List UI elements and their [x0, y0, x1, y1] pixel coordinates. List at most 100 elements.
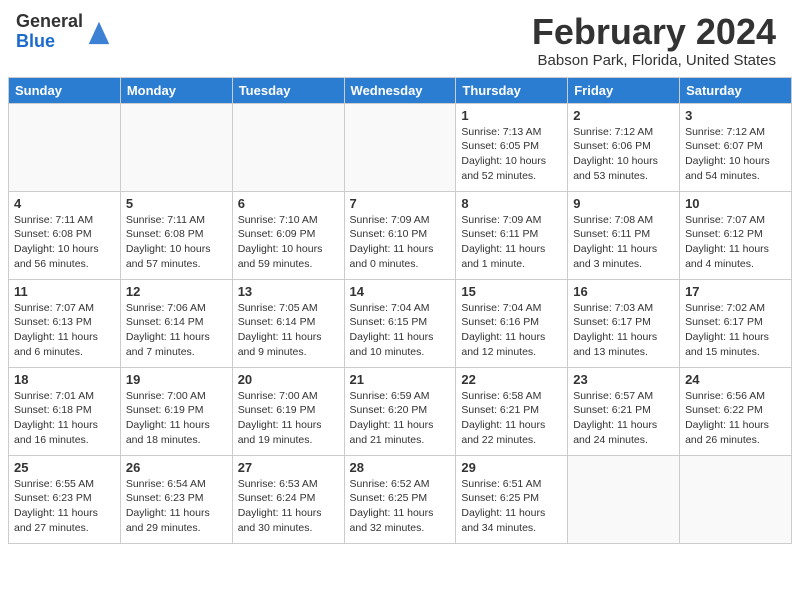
day-number: 11	[14, 284, 115, 299]
header: General Blue February 2024 Babson Park, …	[0, 0, 792, 77]
day-number: 17	[685, 284, 786, 299]
day-detail: Sunrise: 7:07 AM Sunset: 6:13 PM Dayligh…	[14, 301, 115, 360]
day-number: 12	[126, 284, 227, 299]
day-detail: Sunrise: 7:11 AM Sunset: 6:08 PM Dayligh…	[14, 213, 115, 272]
day-detail: Sunrise: 7:06 AM Sunset: 6:14 PM Dayligh…	[126, 301, 227, 360]
calendar-day-cell: 28 Sunrise: 6:52 AM Sunset: 6:25 PM Dayli…	[344, 455, 456, 543]
calendar: SundayMondayTuesdayWednesdayThursdayFrid…	[8, 77, 792, 544]
day-number: 8	[461, 196, 562, 211]
calendar-header-row: SundayMondayTuesdayWednesdayThursdayFrid…	[9, 77, 792, 103]
day-detail: Sunrise: 7:01 AM Sunset: 6:18 PM Dayligh…	[14, 389, 115, 448]
day-detail: Sunrise: 7:04 AM Sunset: 6:15 PM Dayligh…	[350, 301, 451, 360]
day-number: 28	[350, 460, 451, 475]
day-detail: Sunrise: 7:05 AM Sunset: 6:14 PM Dayligh…	[238, 301, 339, 360]
calendar-day-cell	[9, 103, 121, 191]
calendar-day-cell	[120, 103, 232, 191]
logo-blue: Blue	[16, 32, 83, 52]
month-title: February 2024	[532, 12, 776, 52]
logo-icon	[85, 18, 113, 46]
day-number: 20	[238, 372, 339, 387]
day-number: 22	[461, 372, 562, 387]
calendar-day-cell: 16 Sunrise: 7:03 AM Sunset: 6:17 PM Dayli…	[568, 279, 680, 367]
day-detail: Sunrise: 7:10 AM Sunset: 6:09 PM Dayligh…	[238, 213, 339, 272]
calendar-day-cell: 29 Sunrise: 6:51 AM Sunset: 6:25 PM Dayli…	[456, 455, 568, 543]
calendar-day-cell: 1 Sunrise: 7:13 AM Sunset: 6:05 PM Daylig…	[456, 103, 568, 191]
day-number: 25	[14, 460, 115, 475]
calendar-day-cell	[344, 103, 456, 191]
calendar-week-row: 25Sunrise: 6:55 AM Sunset: 6:23 PM Dayli…	[9, 455, 792, 543]
day-detail: Sunrise: 6:51 AM Sunset: 6:25 PM Dayligh…	[461, 477, 562, 536]
day-number: 6	[238, 196, 339, 211]
day-number: 19	[126, 372, 227, 387]
day-detail: Sunrise: 7:12 AM Sunset: 6:06 PM Dayligh…	[573, 125, 674, 184]
calendar-day-cell: 24 Sunrise: 6:56 AM Sunset: 6:22 PM Dayli…	[680, 367, 792, 455]
calendar-day-cell: 11 Sunrise: 7:07 AM Sunset: 6:13 PM Dayli…	[9, 279, 121, 367]
calendar-week-row: 18 Sunrise: 7:01 AM Sunset: 6:18 PM Dayli…	[9, 367, 792, 455]
day-detail: Sunrise: 7:13 AM Sunset: 6:05 PM Dayligh…	[461, 125, 562, 184]
day-number: 1	[461, 108, 562, 123]
calendar-day-cell: 2Sunrise: 7:12 AM Sunset: 6:06 PM Daylig…	[568, 103, 680, 191]
calendar-day-header: Saturday	[680, 77, 792, 103]
day-number: 24	[685, 372, 786, 387]
day-number: 21	[350, 372, 451, 387]
calendar-day-cell: 15 Sunrise: 7:04 AM Sunset: 6:16 PM Dayli…	[456, 279, 568, 367]
day-number: 9	[573, 196, 674, 211]
day-number: 15	[461, 284, 562, 299]
day-number: 16	[573, 284, 674, 299]
day-detail: Sunrise: 6:53 AM Sunset: 6:24 PM Dayligh…	[238, 477, 339, 536]
calendar-day-cell	[568, 455, 680, 543]
day-detail: Sunrise: 7:09 AM Sunset: 6:10 PM Dayligh…	[350, 213, 451, 272]
logo-general: General	[16, 12, 83, 32]
calendar-day-header: Monday	[120, 77, 232, 103]
title-section: February 2024 Babson Park, Florida, Unit…	[532, 12, 776, 69]
calendar-day-cell: 9Sunrise: 7:08 AM Sunset: 6:11 PM Daylig…	[568, 191, 680, 279]
day-number: 5	[126, 196, 227, 211]
day-detail: Sunrise: 7:04 AM Sunset: 6:16 PM Dayligh…	[461, 301, 562, 360]
calendar-day-header: Sunday	[9, 77, 121, 103]
calendar-day-cell: 18 Sunrise: 7:01 AM Sunset: 6:18 PM Dayli…	[9, 367, 121, 455]
day-number: 18	[14, 372, 115, 387]
calendar-day-cell: 14 Sunrise: 7:04 AM Sunset: 6:15 PM Dayli…	[344, 279, 456, 367]
calendar-day-cell: 26 Sunrise: 6:54 AM Sunset: 6:23 PM Dayli…	[120, 455, 232, 543]
day-detail: Sunrise: 6:57 AM Sunset: 6:21 PM Dayligh…	[573, 389, 674, 448]
day-detail: Sunrise: 7:00 AM Sunset: 6:19 PM Dayligh…	[126, 389, 227, 448]
calendar-day-cell: 13 Sunrise: 7:05 AM Sunset: 6:14 PM Dayli…	[232, 279, 344, 367]
day-detail: Sunrise: 6:54 AM Sunset: 6:23 PM Dayligh…	[126, 477, 227, 536]
day-detail: Sunrise: 6:56 AM Sunset: 6:22 PM Dayligh…	[685, 389, 786, 448]
day-number: 7	[350, 196, 451, 211]
day-number: 29	[461, 460, 562, 475]
day-number: 3	[685, 108, 786, 123]
day-detail: Sunrise: 7:02 AM Sunset: 6:17 PM Dayligh…	[685, 301, 786, 360]
calendar-day-cell: 8Sunrise: 7:09 AM Sunset: 6:11 PM Daylig…	[456, 191, 568, 279]
day-number: 27	[238, 460, 339, 475]
calendar-day-cell: 20 Sunrise: 7:00 AM Sunset: 6:19 PM Dayli…	[232, 367, 344, 455]
calendar-day-cell: 4 Sunrise: 7:11 AM Sunset: 6:08 PM Daylig…	[9, 191, 121, 279]
day-number: 4	[14, 196, 115, 211]
day-detail: Sunrise: 7:00 AM Sunset: 6:19 PM Dayligh…	[238, 389, 339, 448]
day-number: 10	[685, 196, 786, 211]
day-number: 26	[126, 460, 227, 475]
logo: General Blue	[16, 12, 113, 52]
calendar-day-header: Friday	[568, 77, 680, 103]
calendar-day-cell: 3Sunrise: 7:12 AM Sunset: 6:07 PM Daylig…	[680, 103, 792, 191]
calendar-day-cell: 17 Sunrise: 7:02 AM Sunset: 6:17 PM Dayli…	[680, 279, 792, 367]
calendar-day-cell	[680, 455, 792, 543]
calendar-day-cell: 25Sunrise: 6:55 AM Sunset: 6:23 PM Dayli…	[9, 455, 121, 543]
day-detail: Sunrise: 7:07 AM Sunset: 6:12 PM Dayligh…	[685, 213, 786, 272]
calendar-week-row: 1 Sunrise: 7:13 AM Sunset: 6:05 PM Daylig…	[9, 103, 792, 191]
day-detail: Sunrise: 7:03 AM Sunset: 6:17 PM Dayligh…	[573, 301, 674, 360]
day-number: 23	[573, 372, 674, 387]
calendar-day-cell: 12 Sunrise: 7:06 AM Sunset: 6:14 PM Dayli…	[120, 279, 232, 367]
location-title: Babson Park, Florida, United States	[532, 52, 776, 69]
day-number: 13	[238, 284, 339, 299]
calendar-day-header: Wednesday	[344, 77, 456, 103]
calendar-day-cell: 6 Sunrise: 7:10 AM Sunset: 6:09 PM Daylig…	[232, 191, 344, 279]
calendar-day-header: Thursday	[456, 77, 568, 103]
day-number: 14	[350, 284, 451, 299]
day-detail: Sunrise: 6:58 AM Sunset: 6:21 PM Dayligh…	[461, 389, 562, 448]
day-detail: Sunrise: 6:52 AM Sunset: 6:25 PM Dayligh…	[350, 477, 451, 536]
calendar-day-header: Tuesday	[232, 77, 344, 103]
calendar-day-cell: 23 Sunrise: 6:57 AM Sunset: 6:21 PM Dayli…	[568, 367, 680, 455]
calendar-day-cell: 19 Sunrise: 7:00 AM Sunset: 6:19 PM Dayli…	[120, 367, 232, 455]
calendar-week-row: 11 Sunrise: 7:07 AM Sunset: 6:13 PM Dayli…	[9, 279, 792, 367]
